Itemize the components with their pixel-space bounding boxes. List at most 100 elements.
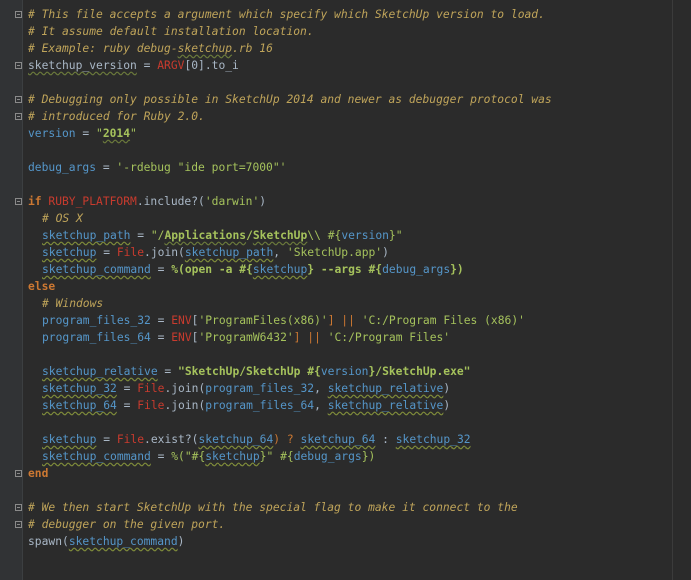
operator-token: = — [116, 382, 138, 395]
code-token: [0].to_i — [184, 59, 239, 72]
code-line: program_files_64 = ENV['ProgramW6432'] |… — [28, 329, 691, 346]
operator-token: = — [130, 229, 151, 242]
operator-token: = — [150, 314, 172, 327]
operator-token: = — [150, 263, 172, 276]
variable-token: program_files_32 — [42, 314, 151, 327]
variable-token: sketchup_32 — [42, 382, 117, 395]
fold-marker-icon[interactable] — [15, 11, 22, 18]
code-line: # It assume default installation locatio… — [28, 23, 691, 40]
keyword-token: end — [28, 467, 49, 480]
comment: # This file accepts a argument which spe… — [28, 8, 545, 21]
constant-token: File — [137, 399, 165, 412]
string-token: " — [96, 127, 103, 140]
variable-token: sketchup_32 — [395, 433, 471, 446]
variable-token: sketchup_command — [42, 263, 151, 276]
fold-marker-icon[interactable] — [15, 470, 22, 477]
variable-token: sketchup_64 — [300, 433, 376, 446]
string-token: }" — [388, 229, 403, 242]
code-token: , — [314, 399, 328, 412]
operator-token: : — [375, 433, 396, 446]
comment: .rb 16 — [232, 42, 273, 55]
code-line: sketchup_relative = "SketchUp/SketchUp #… — [28, 363, 691, 380]
code-line: program_files_32 = ENV['ProgramFiles(x86… — [28, 312, 691, 329]
variable-token: sketchup_64 — [198, 433, 274, 446]
variable-token: debug_args — [382, 263, 451, 276]
constant-token: RUBY_PLATFORM — [48, 195, 137, 208]
editor-gutter — [0, 0, 23, 580]
string-token: Applications — [164, 229, 247, 242]
comment: # Windows — [42, 297, 104, 310]
fold-marker-icon[interactable] — [15, 521, 22, 528]
code-line: spawn(sketchup_command) — [28, 533, 691, 550]
string-token: %("#{ — [171, 450, 206, 463]
code-line: sketchup_path = "/Applications/SketchUp\… — [28, 227, 691, 244]
code-line: if RUBY_PLATFORM.include?('darwin') — [28, 193, 691, 210]
operator-token: = — [150, 331, 172, 344]
string-token: '-rdebug "ide port=7000"' — [116, 161, 287, 174]
code-line: sketchup = File.join(sketchup_path, 'Ske… — [28, 244, 691, 261]
code-line: sketchup_command = %(open -a #{sketchup}… — [28, 261, 691, 278]
code-line: # OS X — [28, 210, 691, 227]
string-token: 'C:/Program Files' — [327, 331, 451, 344]
code-line: sketchup_version = ARGV[0].to_i — [28, 57, 691, 74]
operator-token: = — [157, 365, 179, 378]
string-token: 'ProgramW6432' — [198, 331, 294, 344]
constant-token: File — [116, 433, 145, 446]
variable-token: sketchup — [252, 263, 308, 276]
string-token: "/ — [150, 229, 165, 242]
keyword-token: if — [28, 195, 49, 208]
operator-token: = — [75, 127, 97, 140]
code-line: end — [28, 465, 691, 482]
operator-token: ] || — [327, 314, 362, 327]
fold-marker-icon[interactable] — [15, 504, 22, 511]
code-token: ) — [177, 535, 185, 548]
variable-token: sketchup_command — [42, 450, 151, 463]
constant-token: File — [116, 246, 145, 259]
fold-marker-icon[interactable] — [15, 198, 22, 205]
operator-token: ) ? — [273, 433, 301, 446]
code-line: # Example: ruby debug-sketchup.rb 16 — [28, 40, 691, 57]
fold-marker-icon[interactable] — [15, 62, 22, 69]
operator-token: = — [116, 399, 138, 412]
comment: # OS X — [42, 212, 83, 225]
string-token: } --args #{ — [307, 263, 383, 276]
string-token: 'SketchUp.app' — [286, 246, 383, 259]
code-line: # debugger on the given port. — [28, 516, 691, 533]
code-token: ) — [259, 195, 267, 208]
operator-token: ] || — [293, 331, 328, 344]
comment: # Debugging only possible in SketchUp 20… — [28, 93, 552, 106]
variable-token: sketchup_64 — [42, 399, 117, 412]
fold-marker-icon[interactable] — [15, 96, 22, 103]
fold-marker-icon[interactable] — [15, 113, 22, 120]
string-token: }" #{ — [259, 450, 294, 463]
code-token: ) — [382, 246, 389, 259]
code-editor[interactable]: # This file accepts a argument which spe… — [28, 6, 691, 550]
comment: sketchup — [177, 42, 233, 55]
constant-token: File — [137, 382, 165, 395]
code-token: , — [314, 382, 328, 395]
operator-token: = — [96, 161, 117, 174]
code-line: sketchup_32 = File.join(program_files_32… — [28, 380, 691, 397]
variable-token: debug_args — [28, 161, 97, 174]
constant-token: ENV — [171, 314, 192, 327]
code-line: sketchup_64 = File.join(program_files_64… — [28, 397, 691, 414]
code-line: sketchup_command = %("#{sketchup}" #{deb… — [28, 448, 691, 465]
operator-token: = — [96, 433, 117, 446]
variable-token: sketchup_relative — [327, 399, 444, 412]
code-token: , — [273, 246, 287, 259]
code-token: .join( — [144, 246, 185, 259]
variable-token: version — [320, 365, 369, 378]
constant-token: ARGV — [157, 59, 185, 72]
code-line: version = "2014" — [28, 125, 691, 142]
code-line: # This file accepts a argument which spe… — [28, 6, 691, 23]
comment: # We then start SketchUp with the specia… — [28, 501, 518, 514]
string-token: }) — [450, 263, 464, 276]
variable-token: sketchup_relative — [327, 382, 444, 395]
variable-token: sketchup_path — [184, 246, 274, 259]
operator-token: = — [136, 59, 158, 72]
variable-token: program_files_32 — [205, 382, 315, 395]
